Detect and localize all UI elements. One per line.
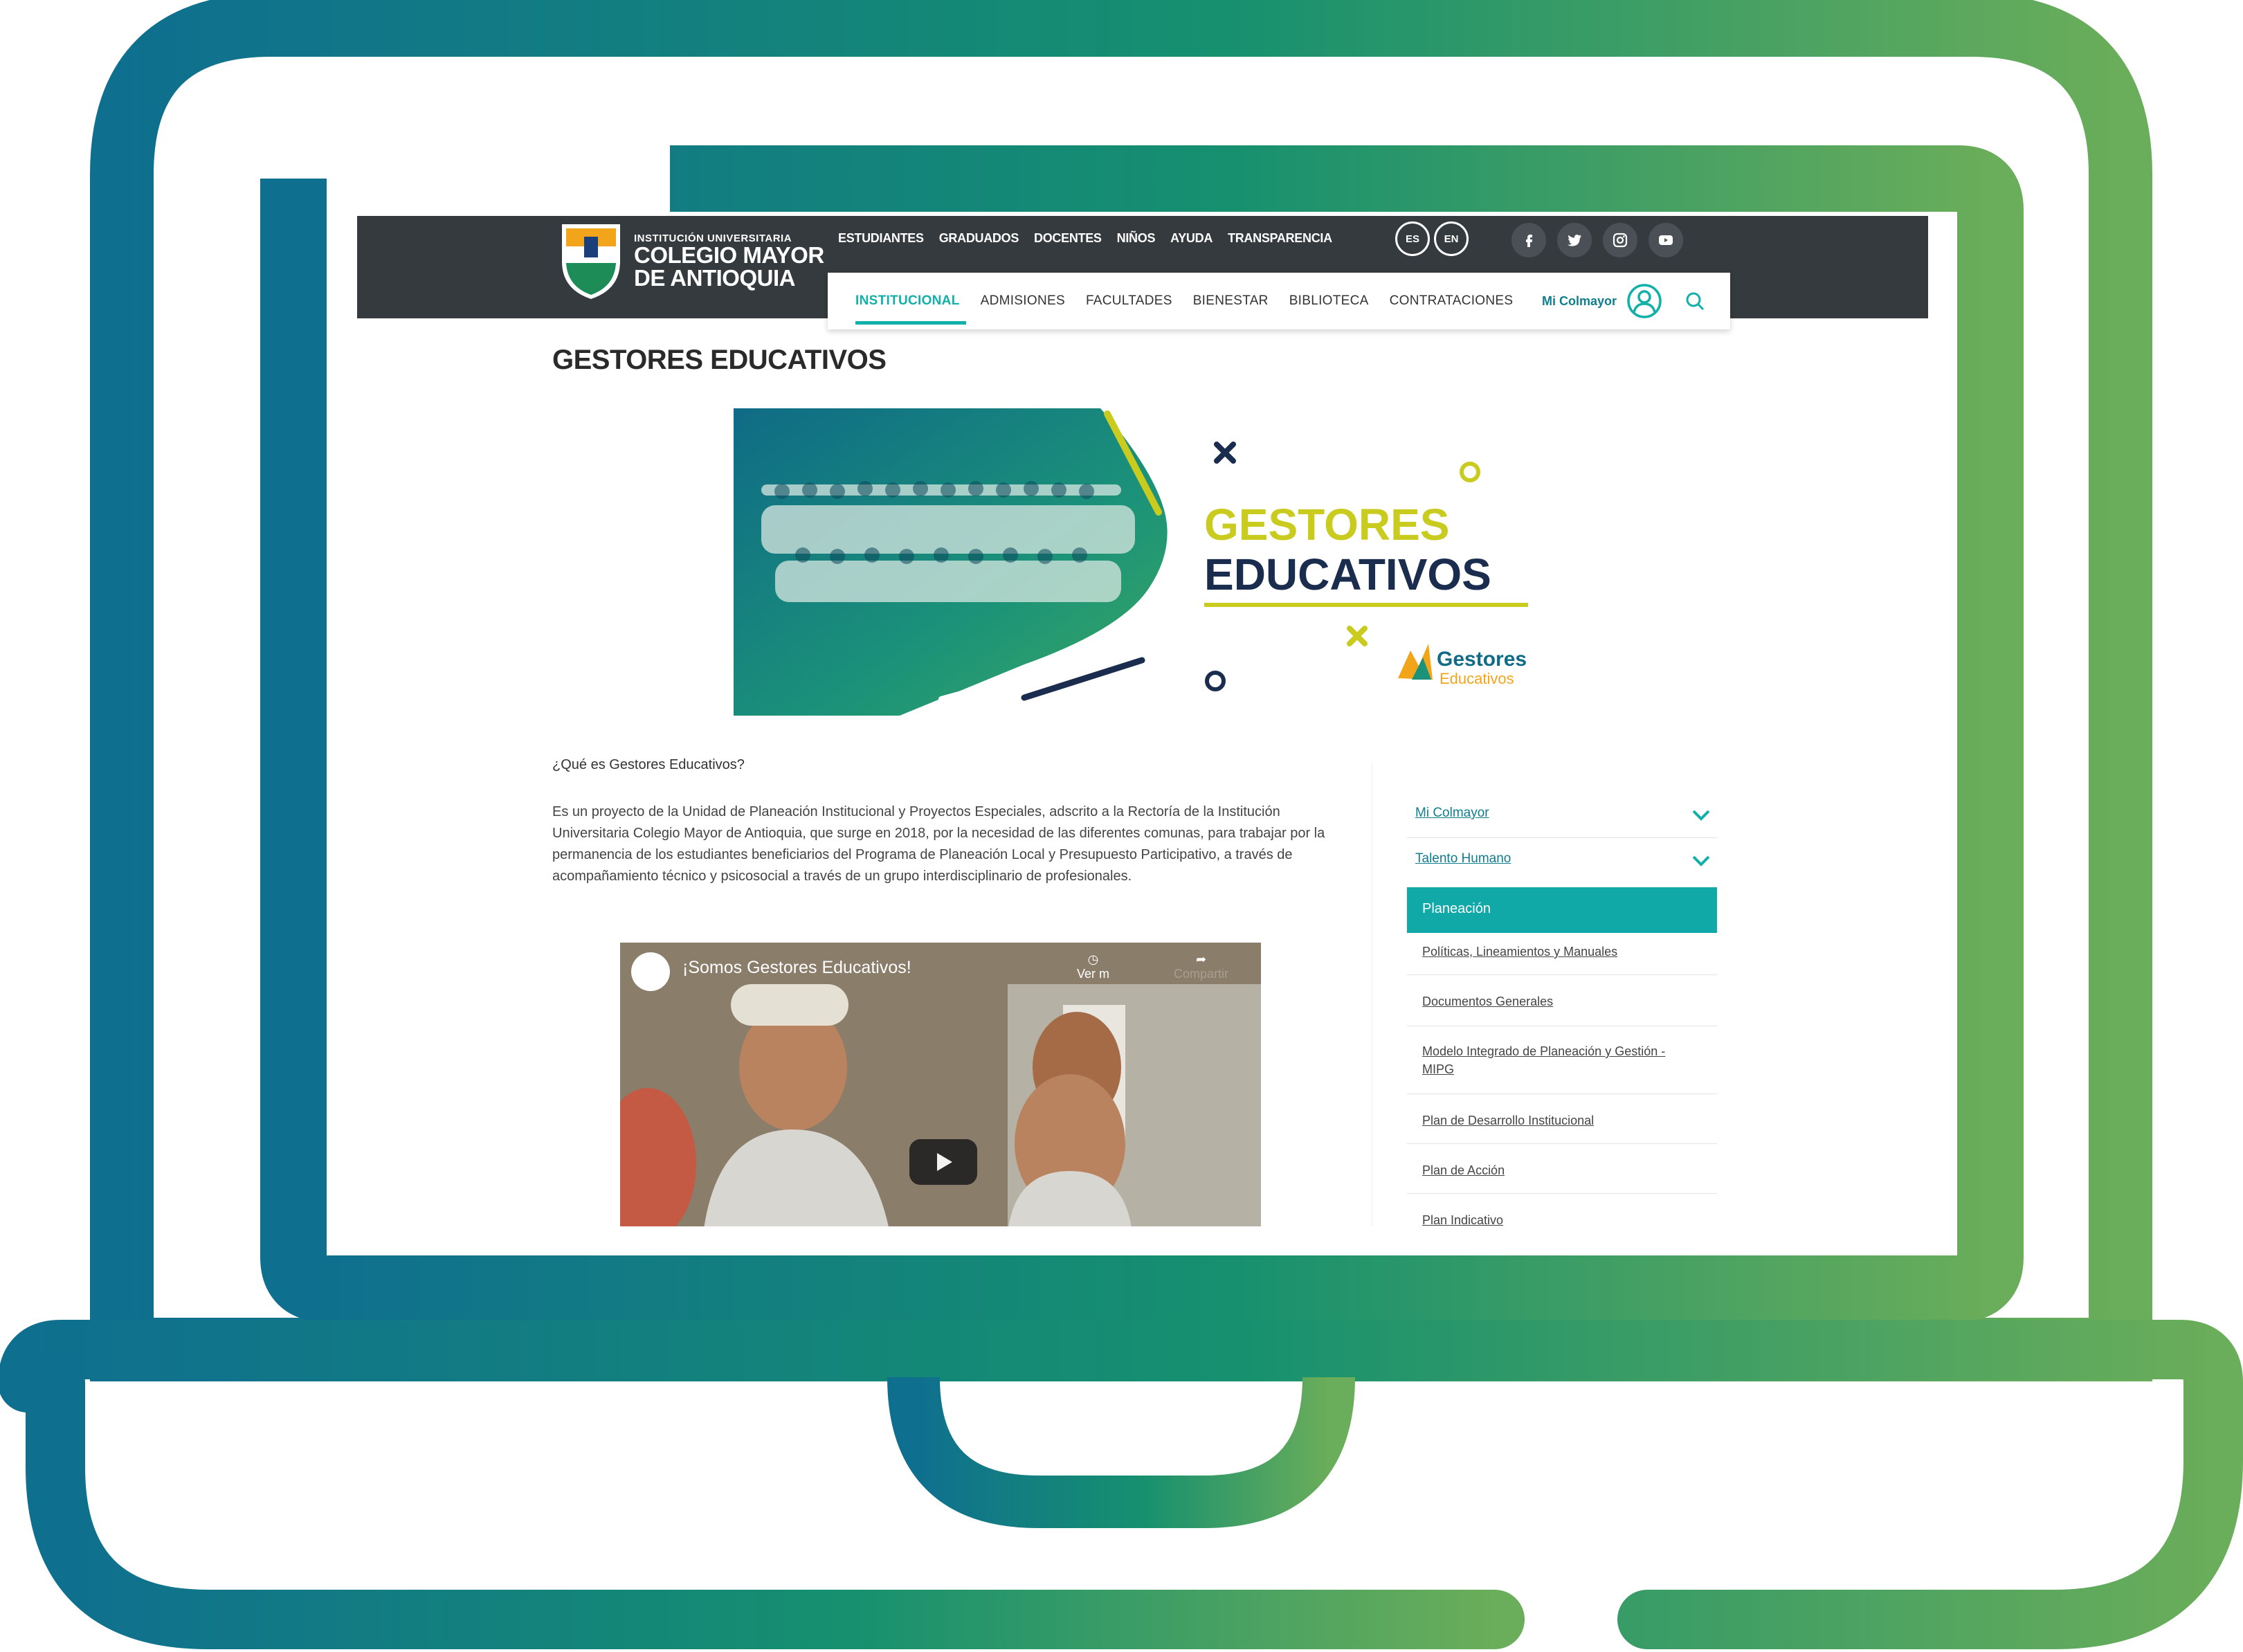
nav-facultades[interactable]: FACULTADES <box>1086 293 1172 309</box>
sidebar-subitem-politicas[interactable]: Políticas, Lineamientos y Manuales <box>1422 943 1699 961</box>
nav-institucional[interactable]: INSTITUCIONAL <box>855 293 960 309</box>
sidebar-subitem-plan-accion[interactable]: Plan de Acción <box>1422 1161 1699 1179</box>
watch-later-label: Ver m <box>1077 967 1110 981</box>
description-paragraph: Es un proyecto de la Unidad de Planeació… <box>552 804 1325 884</box>
lang-en-button[interactable]: EN <box>1434 221 1469 256</box>
language-switcher: ES EN <box>1395 221 1469 256</box>
instagram-icon[interactable] <box>1603 223 1637 257</box>
gestores-banner-image: GESTORES EDUCATIVOS Gestores Educativos <box>734 408 1528 716</box>
chevron-down-icon[interactable] <box>1691 854 1711 868</box>
section-question: ¿Qué es Gestores Educativos? <box>552 757 745 772</box>
account-label: Mi Colmayor <box>1542 293 1617 308</box>
banner-logo-line1: Gestores <box>1437 648 1527 671</box>
divider <box>1407 974 1717 975</box>
share-label: Compartir <box>1174 967 1229 981</box>
sidebar-subitem-mipg[interactable]: Modelo Integrado de Planeación y Gestión… <box>1422 1042 1699 1078</box>
account-link[interactable]: Mi Colmayor <box>1542 273 1662 329</box>
search-icon[interactable] <box>1684 291 1705 311</box>
topnav-estudiantes[interactable]: ESTUDIANTES <box>838 231 924 246</box>
divider <box>1407 1193 1717 1194</box>
top-navigation: ESTUDIANTES GRADUADOS DOCENTES NIÑOS AYU… <box>838 231 1332 246</box>
main-navigation: INSTITUCIONAL ADMISIONES FACULTADES BIEN… <box>828 273 1730 329</box>
topnav-transparencia[interactable]: TRANSPARENCIA <box>1228 231 1332 246</box>
shield-logo-icon <box>562 224 620 299</box>
share-icon: ➦ <box>1195 952 1207 966</box>
logo-line-3: DE ANTIOQUIA <box>634 264 795 291</box>
video-title[interactable]: ¡Somos Gestores Educativos! <box>682 958 911 978</box>
logo-line-2: COLEGIO MAYOR <box>634 242 824 268</box>
topnav-docentes[interactable]: DOCENTES <box>1034 231 1102 246</box>
divider <box>1407 837 1717 838</box>
sidebar-menu: Mi Colmayor Talento Humano Planeación Po… <box>1372 763 1727 1226</box>
chevron-down-icon[interactable] <box>1691 808 1711 822</box>
user-icon <box>1627 284 1662 318</box>
sidebar-subitem-documentos[interactable]: Documentos Generales <box>1422 992 1699 1010</box>
video-player[interactable]: ¡Somos Gestores Educativos! ◷ Ver m ➦ Co… <box>620 943 1261 1226</box>
banner-logo-line2: Educativos <box>1440 670 1514 687</box>
nav-biblioteca[interactable]: BIBLIOTECA <box>1289 293 1369 309</box>
nav-admisiones[interactable]: ADMISIONES <box>981 293 1065 309</box>
share-button[interactable]: ➦ Compartir <box>1174 952 1228 981</box>
twitter-icon[interactable] <box>1557 223 1592 257</box>
lang-es-button[interactable]: ES <box>1395 221 1430 256</box>
banner-title-line1: GESTORES <box>1204 500 1449 550</box>
facebook-icon[interactable] <box>1511 223 1546 257</box>
youtube-icon[interactable] <box>1649 223 1683 257</box>
sidebar-item-talento-humano[interactable]: Talento Humano <box>1415 851 1511 866</box>
sidebar-active-label: Planeación <box>1422 901 1491 916</box>
divider <box>1407 1143 1717 1144</box>
divider <box>1407 1093 1717 1094</box>
topnav-ninos[interactable]: NIÑOS <box>1117 231 1156 246</box>
sidebar-item-planeacion-active[interactable]: Planeación <box>1407 887 1717 933</box>
channel-avatar[interactable] <box>631 952 670 991</box>
nav-bienestar[interactable]: BIENESTAR <box>1193 293 1269 309</box>
clock-icon: ◷ <box>1087 952 1099 966</box>
gestores-mini-logo-icon <box>1398 644 1433 680</box>
topnav-graduados[interactable]: GRADUADOS <box>939 231 1019 246</box>
sidebar-subitem-plan-desarrollo[interactable]: Plan de Desarrollo Institucional <box>1422 1111 1699 1129</box>
social-links <box>1511 223 1683 257</box>
play-icon[interactable] <box>909 1139 977 1185</box>
watch-later-button[interactable]: ◷ Ver m <box>1077 952 1109 981</box>
active-nav-underline <box>855 321 966 325</box>
nav-contrataciones[interactable]: CONTRATACIONES <box>1390 293 1514 309</box>
top-header-bar: INSTITUCIÓN UNIVERSITARIA COLEGIO MAYOR … <box>357 216 1928 329</box>
topnav-ayuda[interactable]: AYUDA <box>1170 231 1213 246</box>
sidebar-item-mi-colmayor[interactable]: Mi Colmayor <box>1415 806 1489 821</box>
banner-title-line2: EDUCATIVOS <box>1204 550 1491 599</box>
sidebar-subitem-plan-indicativo[interactable]: Plan Indicativo <box>1422 1211 1699 1226</box>
website-screenshot: INSTITUCIÓN UNIVERSITARIA COLEGIO MAYOR … <box>357 216 1928 1226</box>
institution-logo[interactable]: INSTITUCIÓN UNIVERSITARIA COLEGIO MAYOR … <box>558 220 824 302</box>
page-title: GESTORES EDUCATIVOS <box>552 345 887 375</box>
